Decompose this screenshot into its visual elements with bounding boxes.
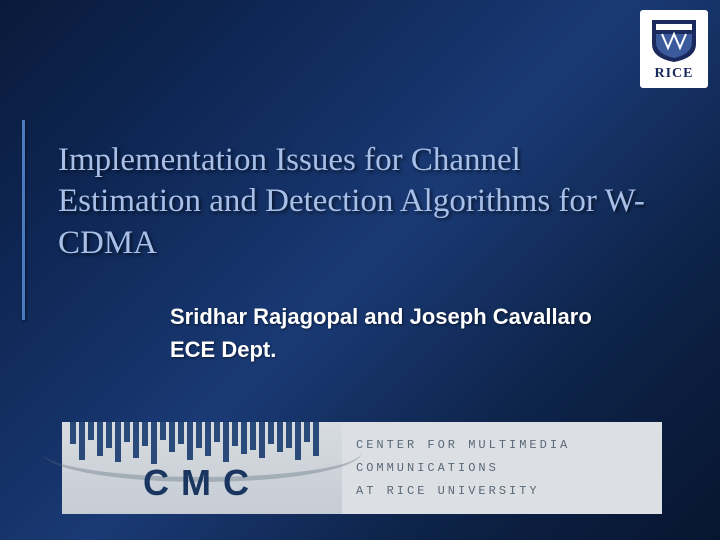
footer-line3: AT RICE UNIVERSITY (356, 480, 648, 503)
cmc-footer-logo: CMC CENTER FOR MULTIMEDIA COMMUNICATIONS… (62, 422, 662, 514)
authors: Sridhar Rajagopal and Joseph Cavallaro (170, 300, 670, 333)
authors-block: Sridhar Rajagopal and Joseph Cavallaro E… (170, 300, 670, 366)
footer-line2: COMMUNICATIONS (356, 457, 648, 480)
department: ECE Dept. (170, 333, 670, 366)
cmc-full-name: CENTER FOR MULTIMEDIA COMMUNICATIONS AT … (342, 422, 662, 514)
accent-line (22, 120, 25, 320)
slide-title: Implementation Issues for Channel Estima… (58, 140, 658, 264)
cmc-acronym: CMC (62, 462, 342, 504)
rice-logo-text: RICE (654, 66, 693, 82)
cmc-mark: CMC (62, 422, 342, 514)
shield-icon (648, 16, 700, 64)
rice-logo: RICE (640, 10, 708, 88)
footer-line1: CENTER FOR MULTIMEDIA (356, 434, 648, 457)
title-block: Implementation Issues for Channel Estima… (58, 140, 658, 264)
